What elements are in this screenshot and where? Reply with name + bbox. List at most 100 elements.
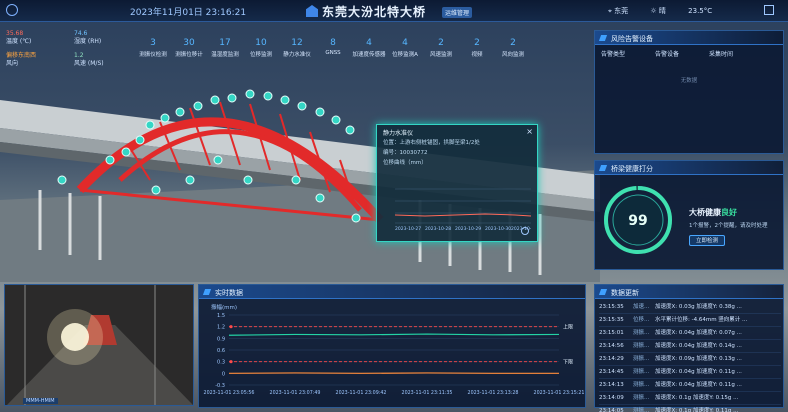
realtime-panel: 实时数据 振幅(mm) 1.5 1.2 0.9 0.6 0.3 0 -0.3 2023-11-… <box>198 284 586 408</box>
data-cell-time: 23:15:35 <box>599 317 624 323</box>
popup-date: 2023-10-30 <box>485 226 511 231</box>
y-tick-label: 0.6 <box>217 348 225 354</box>
page-title: 东莞大汾北特大桥 <box>322 5 427 19</box>
alarm-table-header: 告警类型 告警设备 采集时间 <box>601 51 734 58</box>
y-tick-label: 1.5 <box>217 313 225 319</box>
popup-title: 静力水准仪 <box>383 130 414 137</box>
data-cell-time: 23:14:29 <box>599 356 624 362</box>
popup-location: 位置：上游右侧桩锚固，拱脚至梁1/2处 <box>383 140 480 146</box>
data-cell-time: 23:14:13 <box>599 382 624 388</box>
data-update-list: 23:15:35 加速... 加速度X: 0.03g 加速度Y: 0.38g ...… <box>599 301 781 412</box>
detect-button[interactable]: 立即检测 <box>689 235 725 246</box>
data-cell-type: 测振... <box>633 395 650 401</box>
health-gauge: 99 <box>604 186 672 254</box>
camera-tag: MMM-HMIM <box>23 398 58 404</box>
realtime-panel-title: 实时数据 <box>199 285 585 299</box>
data-row[interactable]: 23:14:45 测振... 加速度X: 0.04g 加速度Y: 0.11g ... <box>599 366 781 379</box>
data-cell-text: 加速度X: 0.04g 加速度Y: 0.11g ... <box>655 382 742 388</box>
data-row[interactable]: 23:15:35 位移... 水平累计位移: -4.64mm 竖向累计 ... <box>599 314 781 327</box>
humidity-reading: 74.6 湿度 (RH) <box>74 30 102 45</box>
data-cell-type: 测振... <box>633 356 650 362</box>
y-tick-label: 0.9 <box>217 336 225 342</box>
y-tick-label: 0 <box>222 371 225 377</box>
data-cell-text: 加速度X: 0.04g 加速度Y: 0.14g ... <box>655 343 742 349</box>
data-cell-type: 位移... <box>633 317 650 323</box>
data-cell-time: 23:14:45 <box>599 369 624 375</box>
bridge-logo-icon <box>306 5 318 17</box>
popup-id: 编号：10030772 <box>383 150 428 156</box>
data-cell-type: 加速... <box>633 304 650 310</box>
back-icon[interactable] <box>6 4 18 16</box>
fullscreen-icon[interactable] <box>764 5 774 15</box>
popup-date: 2023-10-27 <box>395 226 421 231</box>
data-row[interactable]: 23:14:09 测振... 加速度X: 0.1g 加速度Y: 0.15g ... <box>599 392 781 405</box>
y-tick-label: -0.3 <box>215 383 225 389</box>
data-cell-type: 测振... <box>633 382 650 388</box>
camera-image <box>5 285 193 405</box>
x-tick-label: 2023-11-01 23:13:28 <box>468 390 519 396</box>
x-tick-label: 2023-11-01 23:11:35 <box>402 390 453 396</box>
data-cell-type: 测振... <box>633 408 650 412</box>
popup-date: 2023-10-29 <box>455 226 481 231</box>
data-cell-type: 测振... <box>633 369 650 375</box>
series-line <box>228 333 560 336</box>
datetime: 2023年11月01日 23:16:21 <box>130 8 247 18</box>
data-row[interactable]: 23:15:35 加速... 加速度X: 0.03g 加速度Y: 0.38g ... <box>599 301 781 314</box>
mode-tag[interactable]: 运维管理 <box>442 7 473 18</box>
health-score: 99 <box>628 213 647 229</box>
series-marker <box>229 325 233 329</box>
close-icon[interactable]: × <box>526 127 533 136</box>
alarm-panel: 风险告警设备 告警类型 告警设备 采集时间 无数据 <box>594 30 784 154</box>
x-tick-label: 2023-11-01 23:07:49 <box>270 390 321 396</box>
series-marker <box>229 360 233 364</box>
top-bar: 2023年11月01日 23:16:21 东莞大汾北特大桥 运维管理 ⌖ 东莞 … <box>0 0 788 22</box>
temperature: 23.5°C <box>688 7 713 15</box>
temperature-reading: 35.68 温度 (℃) <box>6 30 32 45</box>
data-cell-time: 23:14:56 <box>599 343 624 349</box>
y-tick-label: 0.3 <box>217 360 225 366</box>
data-update-title: 数据更新 <box>595 285 783 299</box>
x-tick-label: 2023-11-01 23:05:56 <box>204 390 255 396</box>
dashboard-root: { "header": { "datetime": "2023年11月01日 2… <box>0 0 788 412</box>
sun-icon: ☼ 晴 <box>650 7 666 15</box>
data-cell-text: 加速度X: 0.04g 加速度Y: 0.07g ... <box>655 330 742 336</box>
health-label: 大桥健康良好 <box>689 208 737 217</box>
data-cell-time: 23:15:01 <box>599 330 624 336</box>
data-cell-time: 23:14:09 <box>599 395 624 401</box>
alarm-panel-title: 风险告警设备 <box>595 31 783 45</box>
data-cell-text: 加速度X: 0.1g 加速度Y: 0.11g ... <box>655 408 739 412</box>
y-tick-label: 1.2 <box>217 325 225 331</box>
popup-date: 2023-10-28 <box>425 226 451 231</box>
sensor-popup: 静力水准仪 × 位置：上游右侧桩锚固，拱脚至梁1/2处 编号：10030772 … <box>376 124 538 242</box>
data-row[interactable]: 23:14:29 测振... 加速度X: 0.09g 加速度Y: 0.13g ... <box>599 353 781 366</box>
data-cell-type: 测振... <box>633 330 650 336</box>
data-cell-text: 加速度X: 0.1g 加速度Y: 0.15g ... <box>655 395 739 401</box>
health-summary: 1个报警，2个提醒，请及时处理 <box>689 223 768 229</box>
data-cell-text: 加速度X: 0.04g 加速度Y: 0.11g ... <box>655 369 742 375</box>
popup-mini-chart: 2023-10-27 2023-10-28 2023-10-29 2023-10… <box>394 188 531 231</box>
series-label: 上限 <box>563 324 573 331</box>
data-row[interactable]: 23:14:05 测振... 加速度X: 0.1g 加速度Y: 0.11g ... <box>599 405 781 412</box>
data-cell-type: 测振... <box>633 343 650 349</box>
data-cell-text: 加速度X: 0.09g 加速度Y: 0.13g ... <box>655 356 742 362</box>
data-cell-time: 23:14:05 <box>599 408 624 412</box>
x-tick-label: 2023-11-01 23:09:42 <box>336 390 387 396</box>
location-pin-icon: ⌖ 东莞 <box>608 7 629 15</box>
data-row[interactable]: 23:14:13 测振... 加速度X: 0.04g 加速度Y: 0.11g ... <box>599 379 781 392</box>
data-row[interactable]: 23:15:01 测振... 加速度X: 0.04g 加速度Y: 0.07g ... <box>599 327 781 340</box>
data-cell-time: 23:15:35 <box>599 304 624 310</box>
health-panel-title: 桥梁健康打分 <box>595 161 783 175</box>
data-update-panel: 数据更新 23:15:35 加速... 加速度X: 0.03g 加速度Y: 0.38… <box>594 284 784 412</box>
search-icon[interactable] <box>521 227 529 235</box>
data-row[interactable]: 23:14:56 测振... 加速度X: 0.04g 加速度Y: 0.14g ... <box>599 340 781 353</box>
popup-trend-label: 位移曲线（mm） <box>383 160 427 166</box>
data-cell-text: 加速度X: 0.03g 加速度Y: 0.38g ... <box>655 304 742 310</box>
x-tick-label: 2023-11-01 23:15:21 <box>534 390 585 396</box>
camera-feed[interactable]: MMM-HMIM <box>4 284 194 406</box>
series-label: 下限 <box>563 359 573 366</box>
weather-bar: ⌖ 东莞 ☼ 晴 23.5°C <box>608 6 722 16</box>
realtime-chart: 1.5 1.2 0.9 0.6 0.3 0 -0.32023-11-01 23:05:56 2… <box>204 313 585 396</box>
data-cell-text: 水平累计位移: -4.64mm 竖向累计 ... <box>655 317 748 323</box>
alarm-empty: 无数据 <box>680 78 698 84</box>
health-panel: 桥梁健康打分 99 大桥健康良好 1个报警，2个提醒，请及时处理 立即检测 <box>594 160 784 270</box>
